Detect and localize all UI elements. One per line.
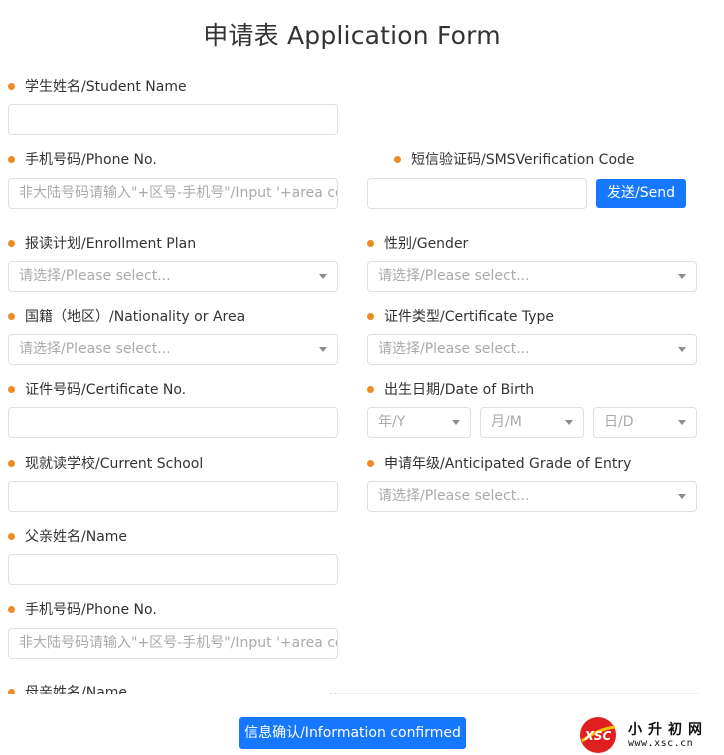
- bullet-dot: [8, 688, 15, 694]
- birth-day-select[interactable]: 日/D: [593, 407, 697, 438]
- birth-month-select[interactable]: 月/M: [480, 407, 584, 438]
- student-name-input[interactable]: [8, 104, 338, 135]
- father-phone-input[interactable]: 非大陆号码请输入"+区号-手机号"/Input '+area co: [8, 628, 338, 659]
- bullet-dot: [8, 459, 15, 467]
- send-sms-button[interactable]: 发送/Send: [596, 179, 686, 208]
- bullet-dot: [367, 385, 374, 393]
- nationality-placeholder: 请选择/Please select...: [19, 341, 171, 357]
- mother-name-label-text: 母亲姓名/Name: [25, 685, 128, 694]
- certificate-type-label: 证件类型/Certificate Type: [367, 308, 554, 326]
- enrollment-plan-label-text: 报读计划/Enrollment Plan: [25, 236, 197, 252]
- father-name-input[interactable]: [8, 554, 338, 585]
- chevron-down-icon: [319, 347, 327, 352]
- watermark-url: www.xsc.cn: [628, 738, 694, 749]
- gender-label: 性别/Gender: [367, 235, 468, 253]
- enrollment-plan-label: 报读计划/Enrollment Plan: [8, 235, 196, 253]
- bullet-dot: [394, 155, 401, 163]
- gender-label-text: 性别/Gender: [384, 236, 469, 252]
- certificate-type-label-text: 证件类型/Certificate Type: [384, 309, 555, 325]
- birth-year-placeholder: 年/Y: [378, 414, 406, 430]
- phone-label-text: 手机号码/Phone No.: [25, 152, 157, 168]
- nationality-label: 国籍（地区）/Nationality or Area: [8, 308, 245, 326]
- birth-month-placeholder: 月/M: [491, 414, 522, 430]
- date-of-birth-label-text: 出生日期/Date of Birth: [384, 382, 535, 398]
- chevron-down-icon: [452, 420, 460, 425]
- confirm-button[interactable]: 信息确认/Information confirmed: [239, 717, 466, 749]
- bullet-dot: [8, 312, 15, 320]
- chevron-down-icon: [319, 274, 327, 279]
- grade-of-entry-label: 申请年级/Anticipated Grade of Entry: [367, 455, 631, 473]
- sms-code-label: 短信验证码/SMSVerification Code: [394, 151, 635, 169]
- certificate-no-label-text: 证件号码/Certificate No.: [25, 382, 187, 398]
- current-school-input[interactable]: [8, 481, 338, 512]
- bullet-dot: [8, 532, 15, 540]
- enrollment-plan-placeholder: 请选择/Please select...: [19, 268, 171, 284]
- student-name-label-text: 学生姓名/Student Name: [25, 79, 187, 95]
- father-phone-label-text: 手机号码/Phone No.: [25, 602, 157, 618]
- watermark-title: 小升初网: [628, 722, 708, 738]
- current-school-label-text: 现就读学校/Current School: [25, 456, 204, 472]
- certificate-no-label: 证件号码/Certificate No.: [8, 381, 186, 399]
- form-title: 申请表 Application Form: [203, 21, 501, 50]
- gender-select[interactable]: 请选择/Please select...: [367, 261, 697, 292]
- fold-divider: [330, 693, 698, 694]
- birth-day-placeholder: 日/D: [604, 414, 634, 430]
- grade-of-entry-select[interactable]: 请选择/Please select...: [367, 481, 697, 512]
- bullet-dot: [367, 312, 374, 320]
- sms-code-input[interactable]: [367, 178, 587, 209]
- xsc-logo-icon: XSC: [580, 717, 616, 753]
- bullet-dot: [8, 385, 15, 393]
- logo-text: XSC: [584, 729, 612, 743]
- phone-label: 手机号码/Phone No.: [8, 151, 157, 169]
- enrollment-plan-select[interactable]: 请选择/Please select...: [8, 261, 338, 292]
- bullet-dot: [367, 239, 374, 247]
- chevron-down-icon: [565, 420, 573, 425]
- father-phone-label: 手机号码/Phone No.: [8, 601, 157, 619]
- chevron-down-icon: [678, 494, 686, 499]
- student-name-label: 学生姓名/Student Name: [8, 78, 187, 96]
- bullet-dot: [8, 605, 15, 613]
- grade-of-entry-label-text: 申请年级/Anticipated Grade of Entry: [384, 456, 632, 472]
- bullet-dot: [8, 239, 15, 247]
- gender-placeholder: 请选择/Please select...: [378, 268, 530, 284]
- phone-input[interactable]: 非大陆号码请输入"+区号-手机号"/Input '+area co: [8, 178, 338, 209]
- certificate-type-placeholder: 请选择/Please select...: [378, 341, 530, 357]
- date-of-birth-label: 出生日期/Date of Birth: [367, 381, 534, 399]
- chevron-down-icon: [678, 347, 686, 352]
- sms-code-label-text: 短信验证码/SMSVerification Code: [411, 152, 635, 168]
- bullet-dot: [8, 82, 15, 90]
- bullet-dot: [8, 155, 15, 163]
- nationality-select[interactable]: 请选择/Please select...: [8, 334, 338, 365]
- bullet-dot: [367, 459, 374, 467]
- grade-of-entry-placeholder: 请选择/Please select...: [378, 488, 530, 504]
- chevron-down-icon: [678, 274, 686, 279]
- birth-year-select[interactable]: 年/Y: [367, 407, 471, 438]
- father-name-label: 父亲姓名/Name: [8, 528, 127, 546]
- certificate-no-input[interactable]: [8, 407, 338, 438]
- father-name-label-text: 父亲姓名/Name: [25, 529, 128, 545]
- certificate-type-select[interactable]: 请选择/Please select...: [367, 334, 697, 365]
- chevron-down-icon: [678, 420, 686, 425]
- nationality-label-text: 国籍（地区）/Nationality or Area: [25, 309, 246, 325]
- current-school-label: 现就读学校/Current School: [8, 455, 203, 473]
